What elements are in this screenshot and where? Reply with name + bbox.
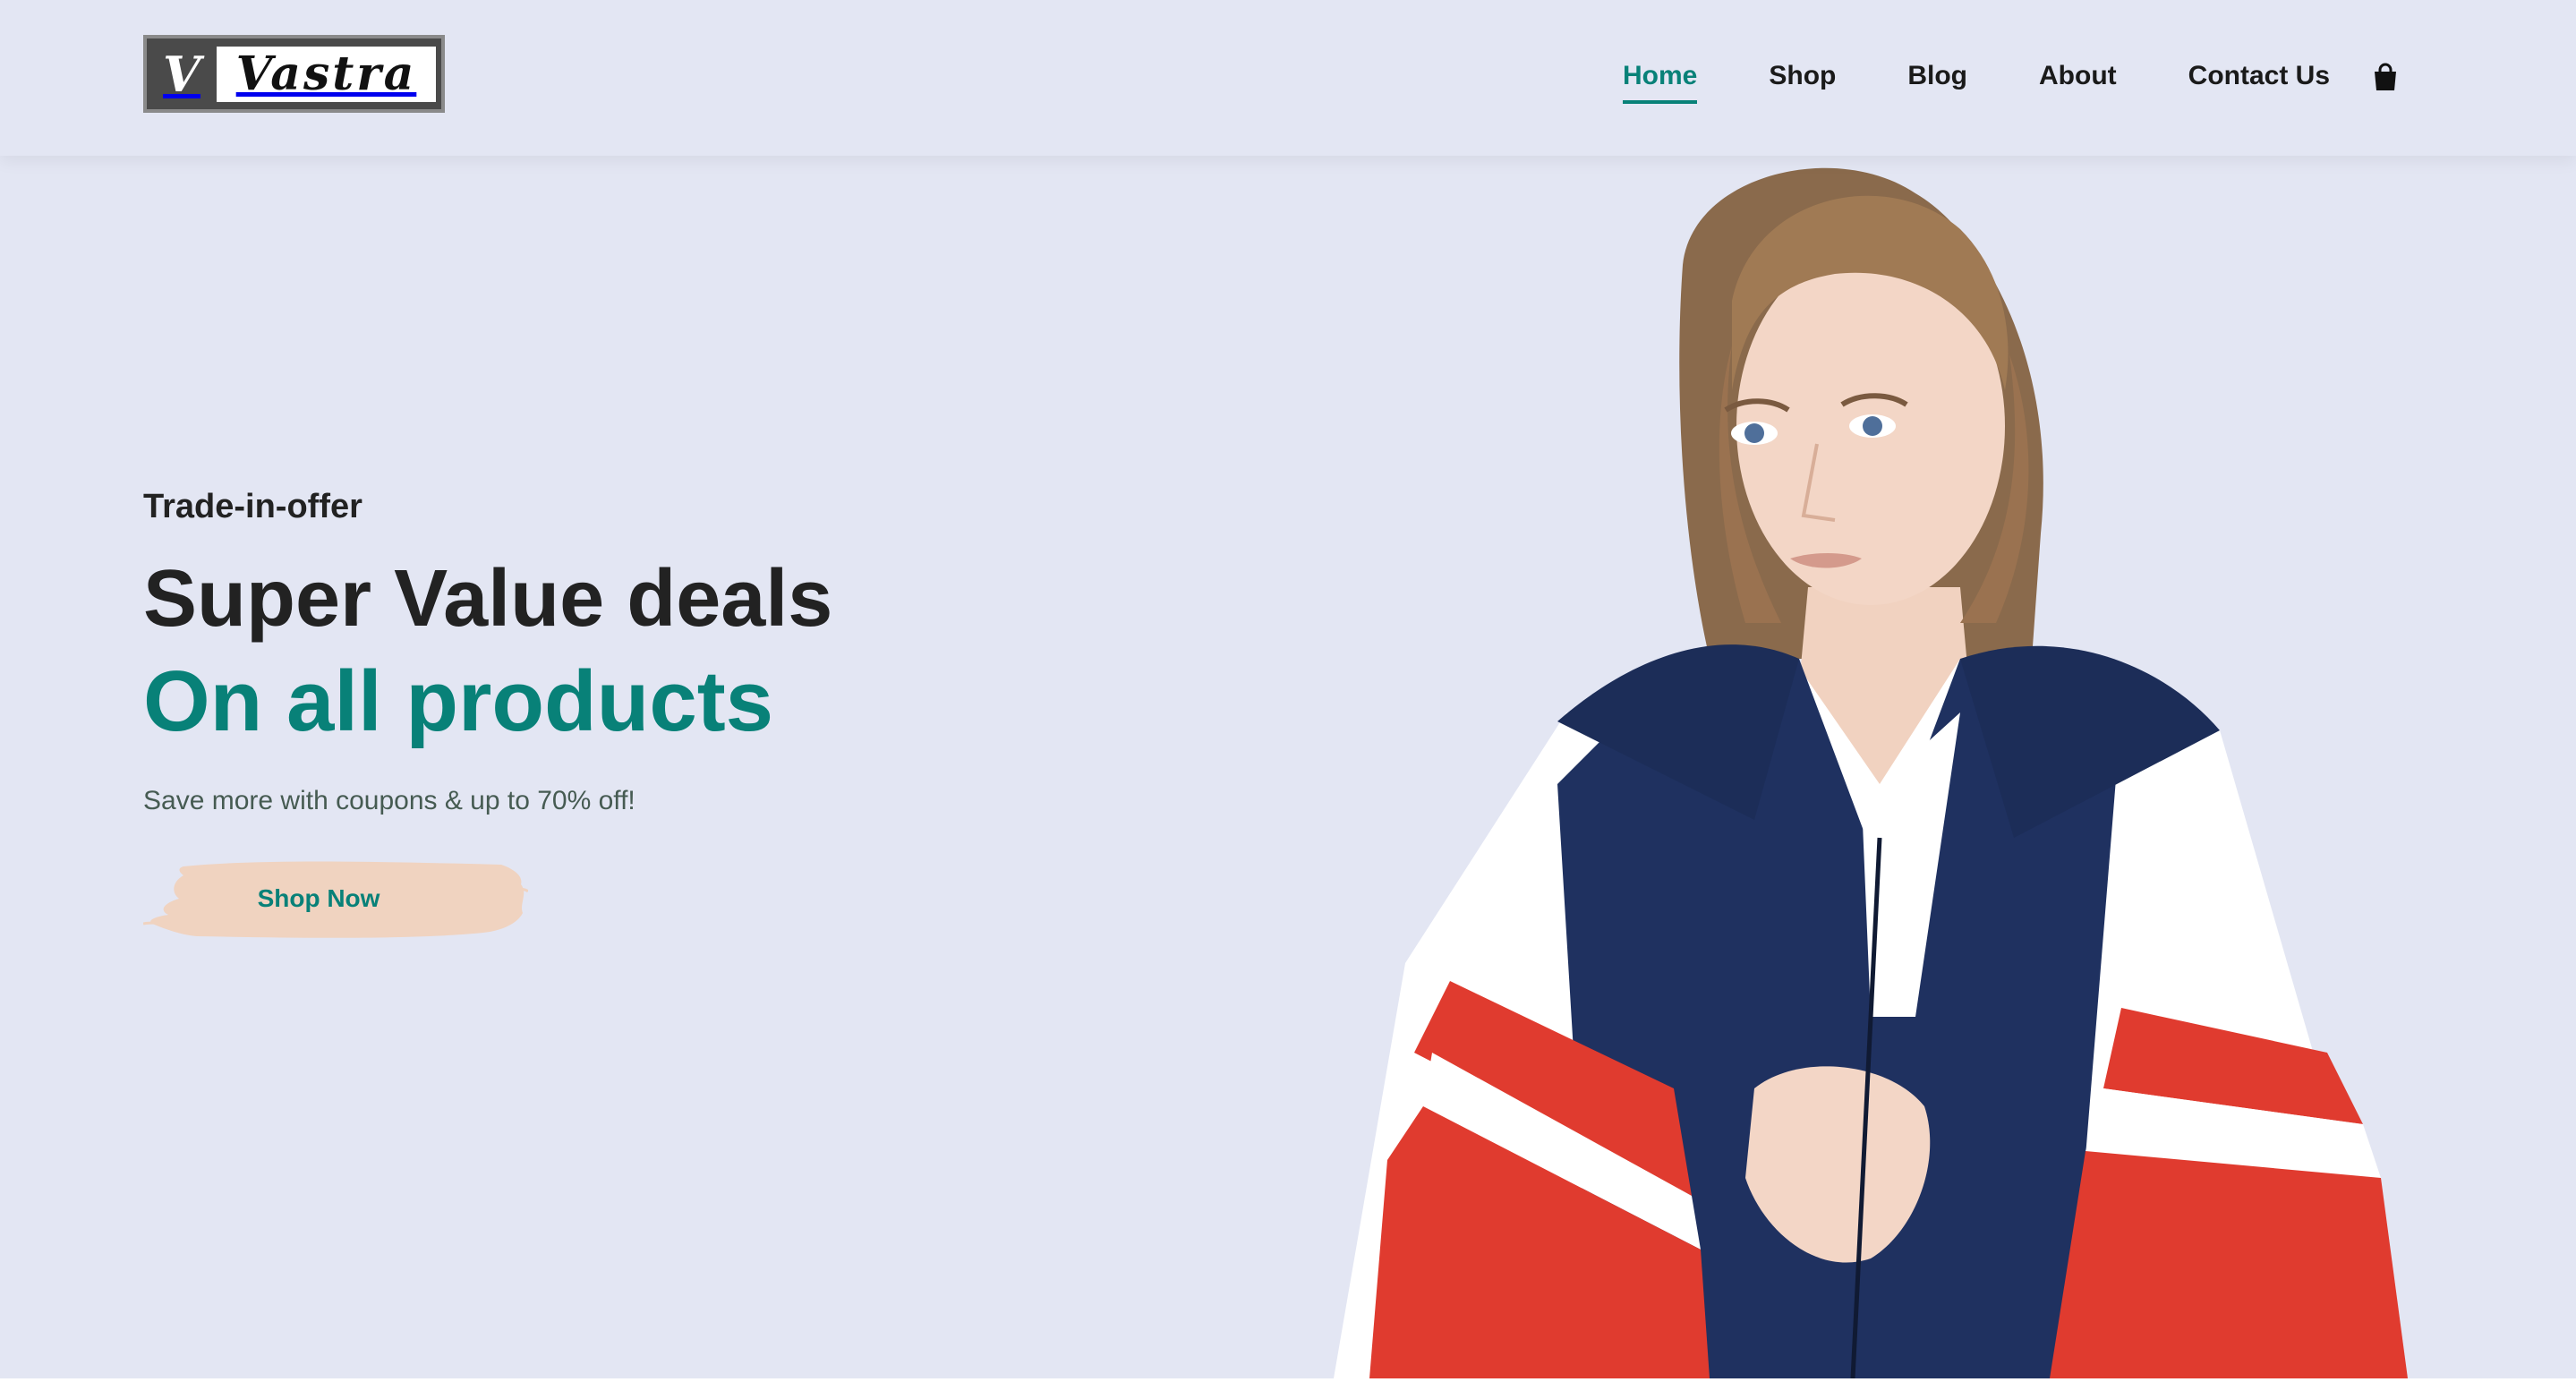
hero-model-image	[1334, 158, 2417, 1379]
hero-subtext: Save more with coupons & up to 70% off!	[143, 786, 635, 815]
shopping-bag-icon[interactable]	[2372, 63, 2399, 91]
nav-shop[interactable]: Shop	[1769, 55, 1836, 97]
hero-eyebrow: Trade-in-offer	[143, 488, 363, 525]
nav-about[interactable]: About	[2039, 55, 2117, 97]
logo-wordmark: Vastra	[217, 46, 436, 102]
brand-logo[interactable]: V Vastra	[143, 35, 445, 113]
shop-now-label: Shop Now	[257, 884, 380, 912]
hero-content: Trade-in-offer Super Value deals On all …	[143, 488, 832, 816]
hero-headline-accent: On all products	[143, 653, 774, 749]
logo-letter: V	[163, 45, 200, 103]
shop-now-button[interactable]: Shop Now	[143, 857, 528, 940]
nav-blog[interactable]: Blog	[1907, 55, 1967, 97]
main-nav: Home Shop Blog About Contact Us	[1623, 55, 2401, 104]
hero-headline: Super Value deals	[143, 554, 833, 644]
section-divider	[0, 1378, 2576, 1382]
nav-home[interactable]: Home	[1623, 55, 1698, 104]
nav-contact[interactable]: Contact Us	[2188, 55, 2330, 97]
site-header: V Vastra Home Shop Blog About Contact Us	[0, 0, 2576, 156]
